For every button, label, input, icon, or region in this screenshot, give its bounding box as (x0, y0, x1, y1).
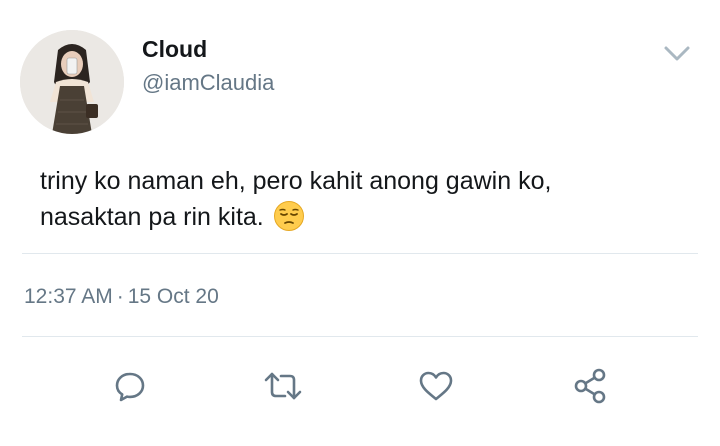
tweet-text-line-2-text: nasaktan pa rin kita. (40, 203, 264, 231)
tweet-date: 15 Oct 20 (127, 285, 219, 308)
more-options-chevron-icon[interactable] (660, 40, 694, 68)
timestamp-separator: · (116, 285, 124, 308)
tweet-card: Cloud @iamClaudia triny ko naman eh, per… (0, 0, 720, 446)
divider (22, 253, 698, 254)
timestamp: 12:37 AM · 15 Oct 20 (24, 283, 219, 311)
share-button[interactable] (566, 362, 614, 410)
user-handle[interactable]: @iamClaudia (142, 69, 274, 97)
like-button[interactable] (412, 362, 460, 410)
profile-photo-icon (20, 30, 124, 134)
tweet-text-line-1: triny ko naman eh, pero kahit anong gawi… (40, 167, 552, 195)
tweet-text-line-2: nasaktan pa rin kita. (40, 199, 700, 235)
share-nodes-icon (574, 368, 606, 404)
reply-button[interactable] (106, 362, 154, 410)
pensive-face-icon (273, 200, 305, 232)
heart-icon (419, 371, 453, 401)
tweet-text: triny ko naman eh, pero kahit anong gawi… (40, 163, 700, 235)
speech-bubble-icon (115, 372, 145, 402)
tweet-time: 12:37 AM (24, 285, 113, 308)
avatar[interactable] (20, 30, 124, 134)
divider (22, 336, 698, 337)
retweet-arrows-icon (264, 372, 302, 400)
action-bar (0, 362, 720, 412)
retweet-button[interactable] (259, 362, 307, 410)
display-name[interactable]: Cloud (142, 35, 207, 63)
